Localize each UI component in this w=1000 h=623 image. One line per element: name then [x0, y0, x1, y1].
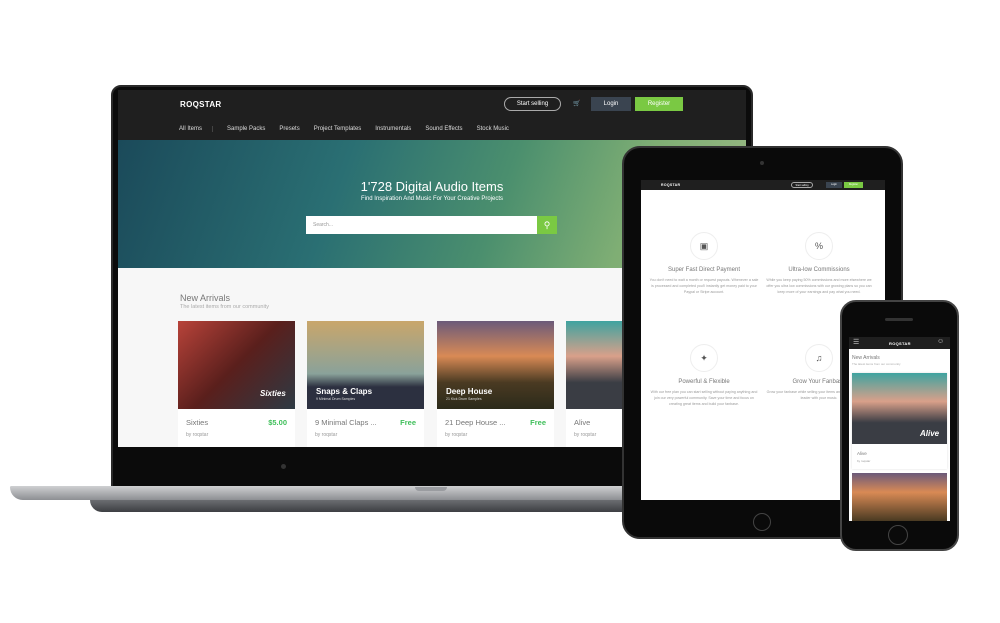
feature-title: Super Fast Direct Payment [667, 267, 741, 273]
feature-description: While you keep paying 50% commissions an… [766, 278, 872, 294]
wallet-icon: ▣ [690, 232, 718, 260]
phone-home-button[interactable] [888, 525, 908, 545]
user-icon[interactable]: ☺ [937, 338, 944, 345]
category-nav: All Items Sample Packs Presets Project T… [179, 126, 509, 132]
image-overlay-title: Snaps & Claps [316, 387, 373, 396]
section-subtitle: The latest items from our community [852, 362, 901, 366]
product-name[interactable]: Alive [857, 451, 867, 456]
product-image [852, 473, 947, 521]
search-button[interactable]: ⚲ [537, 216, 557, 234]
nav-project-templates[interactable]: Project Templates [314, 126, 362, 132]
feature-description: With our free plan you can start selling… [650, 390, 758, 406]
phone-screen: ☰ ROQSTAR ☺ New Arrivals The latest item… [849, 337, 950, 521]
logo[interactable]: ROQSTAR [661, 183, 680, 187]
product-author[interactable]: by roqstar [445, 432, 467, 438]
product-author[interactable]: by roqstar [186, 432, 208, 438]
phone-header: ☰ ROQSTAR ☺ [849, 337, 950, 349]
search-input[interactable]: Search... [306, 216, 537, 234]
menu-icon[interactable]: ☰ [853, 338, 859, 346]
tablet-camera [760, 161, 764, 165]
product-name[interactable]: 9 Minimal Claps ... [315, 418, 377, 427]
feature-direct-payment: ▣ Super Fast Direct Payment You don't ne… [649, 232, 759, 295]
cart-icon[interactable]: 🛒 [573, 100, 580, 107]
product-price: $5.00 [268, 418, 287, 427]
phone-speaker [885, 318, 913, 321]
feature-low-commissions: % Ultra-low Commissions While you keep p… [764, 232, 874, 295]
login-button[interactable]: Login [826, 182, 842, 188]
nav-presets[interactable]: Presets [279, 126, 299, 132]
tablet-home-button[interactable] [753, 513, 771, 531]
image-overlay-title: Deep House [446, 387, 493, 396]
laptop-base-shadow [90, 500, 690, 512]
product-name[interactable]: 21 Deep House ... [445, 418, 505, 427]
product-price: Free [400, 418, 416, 427]
image-overlay-subtitle: 21 Kick Drum Samples [446, 397, 482, 401]
laptop-camera [281, 464, 286, 469]
logo[interactable]: ROQSTAR [889, 341, 911, 346]
section-subtitle: The latest items from our community [180, 304, 269, 310]
product-price: Free [530, 418, 546, 427]
product-card[interactable]: Snaps & Claps 9 Minimal Drum Samples 9 M… [307, 321, 424, 447]
feature-powerful: ✦ Powerful & Flexible With our free plan… [649, 344, 759, 407]
site-header: ROQSTAR Start selling 🛒 Login Register A… [118, 90, 746, 140]
tablet-header: ROQSTAR Start selling Login Register [641, 180, 885, 190]
search-icon: ⚲ [543, 220, 551, 230]
register-button[interactable]: Register [635, 97, 683, 111]
image-overlay-title: Alive [920, 429, 940, 438]
start-selling-button[interactable]: Start selling [791, 182, 813, 188]
nav-sample-packs[interactable]: Sample Packs [227, 126, 265, 132]
feature-title: Ultra-low Commissions [788, 267, 850, 273]
feature-description: You don't need to wait a month or reques… [649, 278, 759, 294]
register-button[interactable]: Register [844, 182, 863, 188]
percent-icon: % [805, 232, 833, 260]
product-author[interactable]: by roqstar [857, 459, 870, 463]
product-author[interactable]: by roqstar [315, 432, 337, 438]
nav-stock-music[interactable]: Stock Music [477, 126, 509, 132]
login-button[interactable]: Login [591, 97, 631, 111]
product-name[interactable]: Alive [574, 418, 590, 427]
product-card[interactable]: Sixties Sixties $5.00 by roqstar [178, 321, 295, 447]
nav-instrumentals[interactable]: Instrumentals [375, 126, 411, 132]
rocket-icon: ✦ [690, 344, 718, 372]
music-icon: ♫ [805, 344, 833, 372]
image-overlay-subtitle: 9 Minimal Drum Samples [316, 397, 356, 401]
nav-sound-effects[interactable]: Sound Effects [425, 126, 462, 132]
section-title: New Arrivals [852, 355, 880, 361]
logo[interactable]: ROQSTAR [180, 100, 222, 109]
image-overlay-title: Sixties [260, 389, 286, 398]
start-selling-button[interactable]: Start selling [504, 97, 561, 111]
nav-all-items[interactable]: All Items [179, 126, 214, 132]
feature-title: Powerful & Flexible [678, 379, 730, 385]
product-card[interactable]: Deep House 21 Kick Drum Samples 21 Deep … [437, 321, 554, 447]
product-author[interactable]: by roqstar [574, 432, 596, 438]
product-card[interactable]: Alive Alive by roqstar [852, 373, 947, 469]
laptop-notch [415, 487, 447, 491]
section-title: New Arrivals [180, 293, 231, 303]
product-name[interactable]: Sixties [186, 418, 208, 427]
